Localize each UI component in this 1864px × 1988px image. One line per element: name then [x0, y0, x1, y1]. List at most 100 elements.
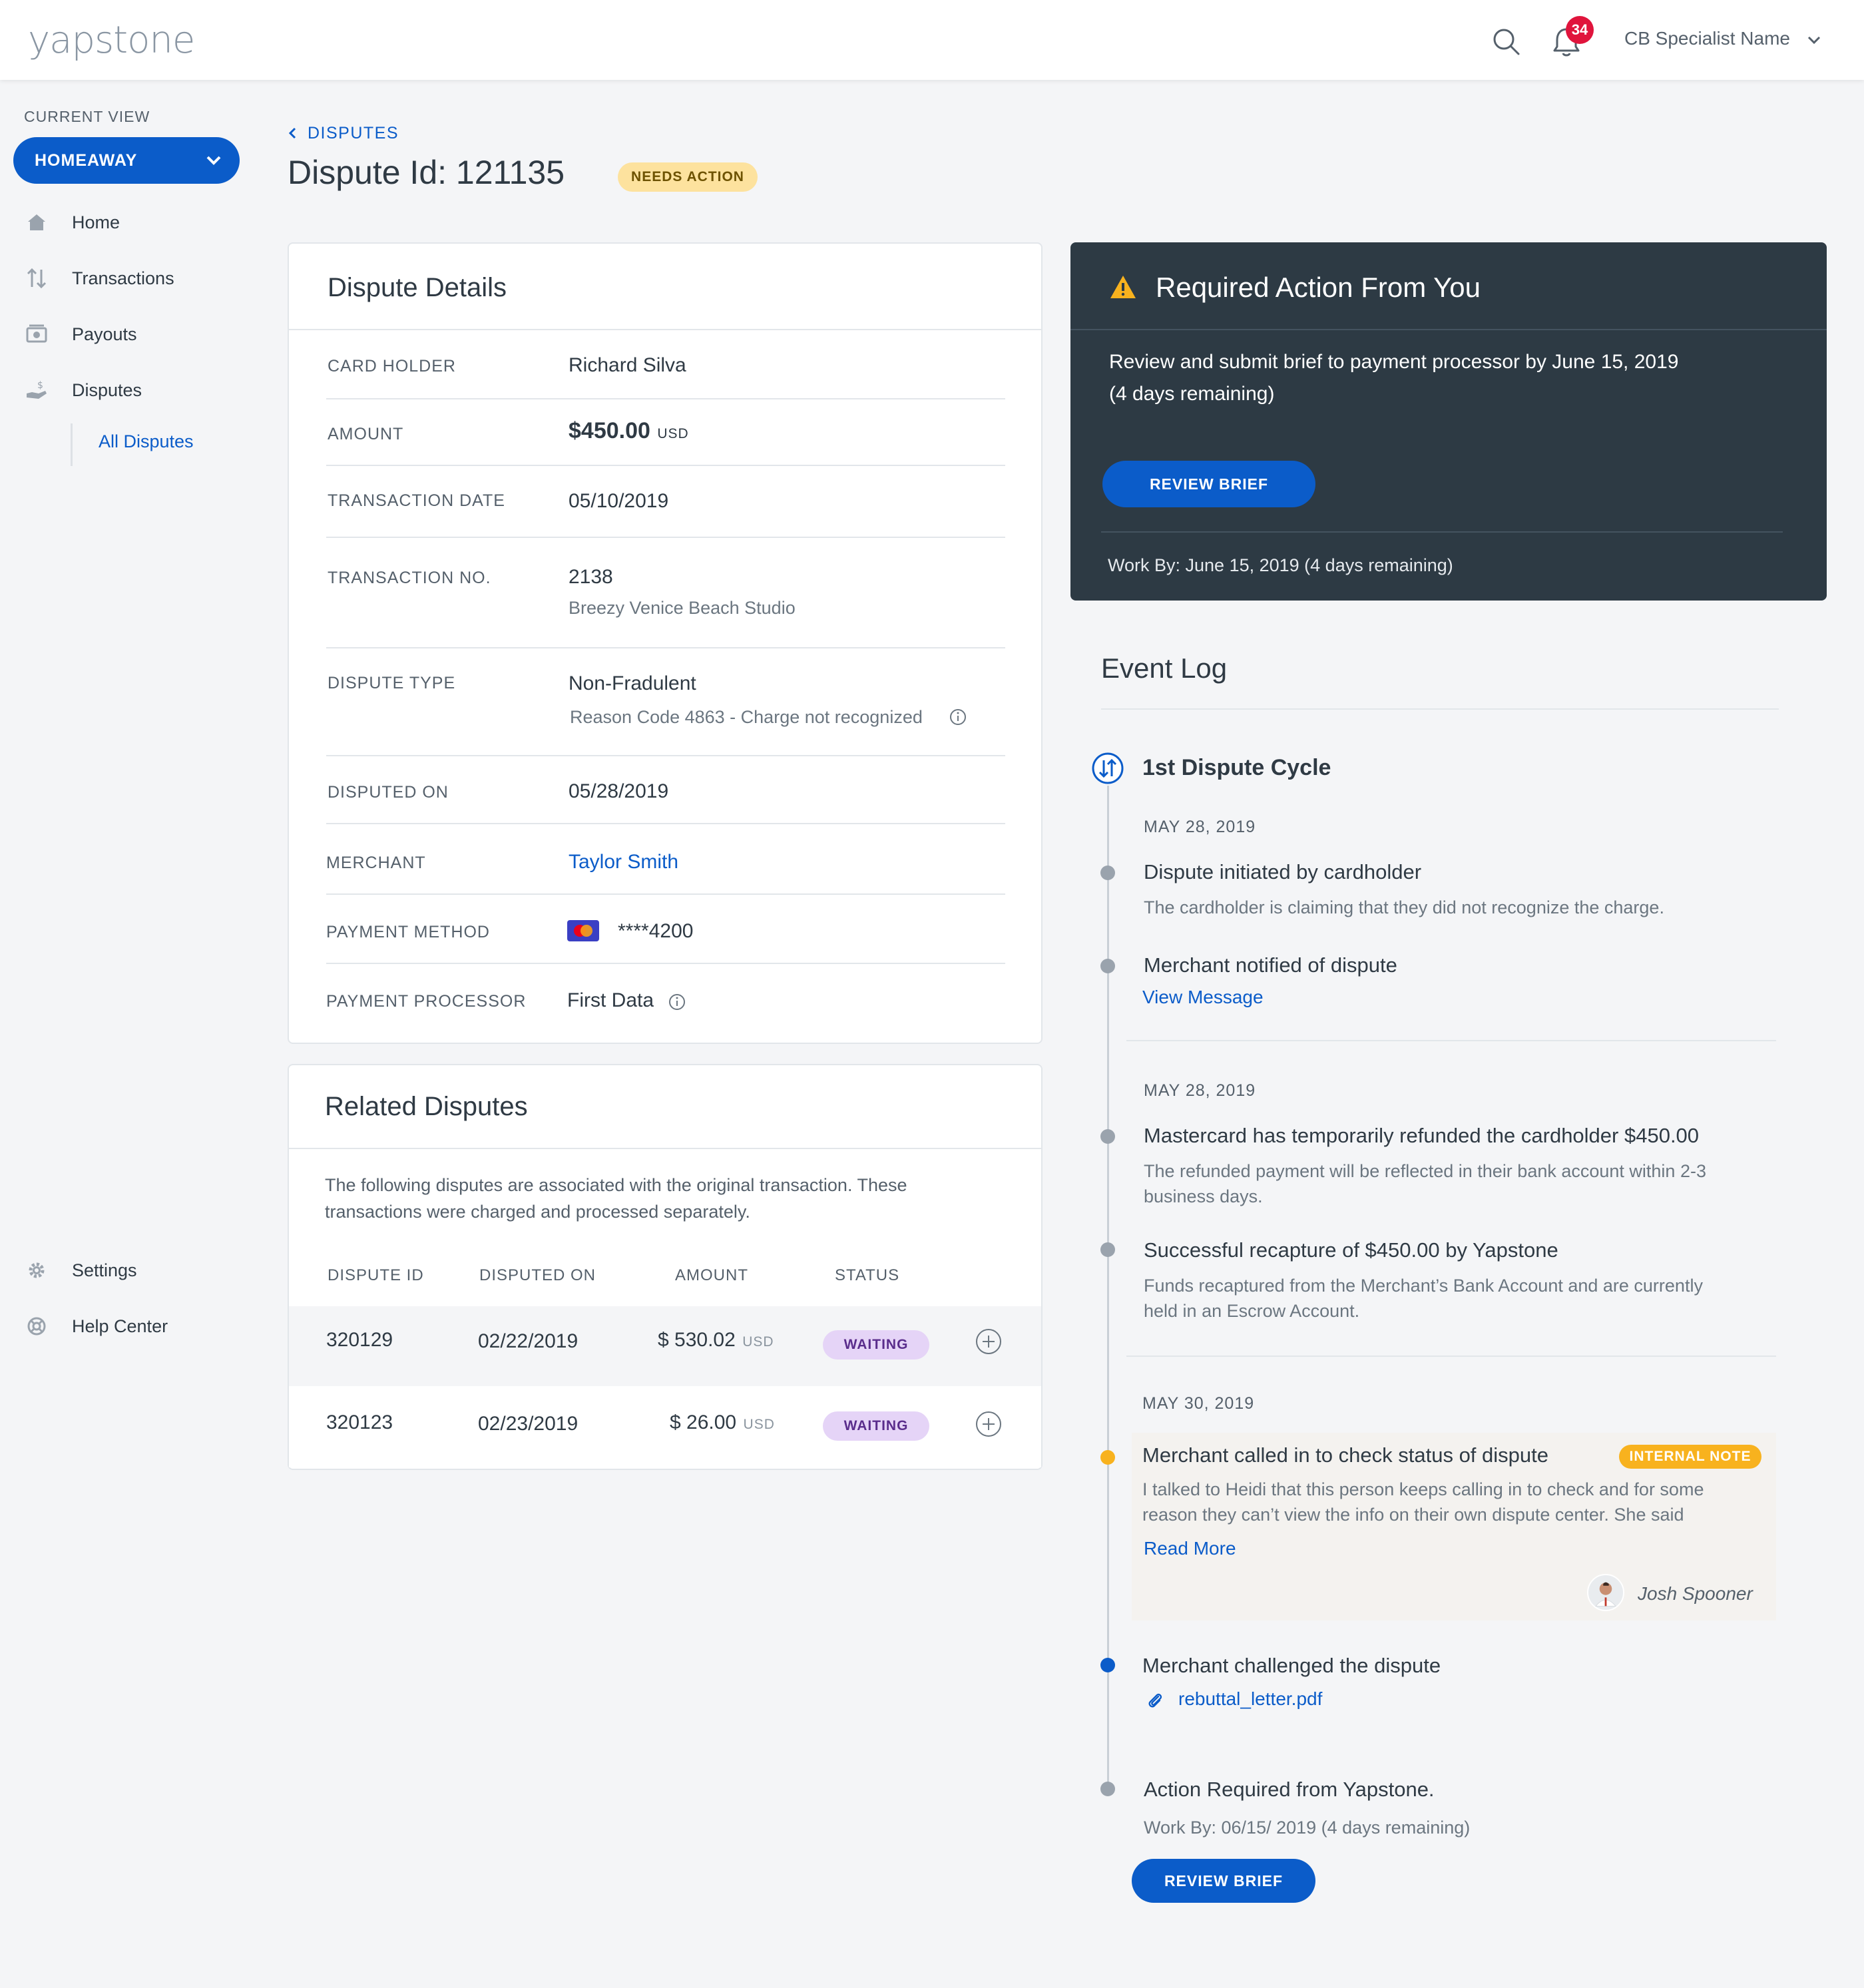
- amount-cell: $ 26.00 USD: [670, 1411, 775, 1434]
- divider: [326, 893, 1005, 895]
- paperclip-icon: [1148, 1693, 1162, 1708]
- hand-dollar-icon: $: [27, 380, 47, 399]
- user-menu[interactable]: CB Specialist Name: [1624, 28, 1790, 49]
- divider: [1126, 1040, 1776, 1041]
- page-title: Dispute Id: 121135: [288, 154, 565, 191]
- home-icon: [28, 214, 45, 230]
- divider: [1070, 329, 1827, 330]
- plus-circle-icon[interactable]: [975, 1328, 1003, 1356]
- chevron-down-icon[interactable]: [205, 154, 222, 166]
- warning-icon: [1110, 276, 1136, 298]
- transaction-date-label: TRANSACTION DATE: [328, 491, 505, 510]
- divider: [288, 1148, 1043, 1149]
- divider: [326, 647, 1005, 648]
- sidebar-item-disputes[interactable]: $ Disputes: [25, 375, 142, 405]
- event-title: Dispute initiated by cardholder: [1144, 860, 1422, 883]
- event-description: The cardholder is claiming that they did…: [1144, 897, 1664, 917]
- status-badge: WAITING: [823, 1330, 929, 1360]
- internal-note-badge: INTERNAL NOTE: [1619, 1445, 1761, 1469]
- arrows-icon: [27, 268, 47, 289]
- related-disputes-title: Related Disputes: [325, 1092, 528, 1121]
- timeline-dot: [1100, 959, 1115, 973]
- divider: [326, 465, 1005, 466]
- amount-cell-currency: USD: [742, 1334, 774, 1350]
- card-holder-value: Richard Silva: [569, 354, 686, 376]
- transaction-no-label: TRANSACTION NO.: [328, 569, 491, 587]
- divider: [326, 755, 1005, 756]
- dispute-cycle-title: 1st Dispute Cycle: [1142, 755, 1331, 780]
- transaction-date-value: 05/10/2019: [569, 490, 669, 512]
- dispute-id-link[interactable]: 320123: [326, 1411, 393, 1434]
- sidebar-item-help-center[interactable]: Help Center: [25, 1312, 168, 1341]
- related-description-line: transactions were charged and processed …: [325, 1202, 750, 1222]
- sidebar-item-payouts[interactable]: Payouts: [25, 320, 137, 349]
- event-description-line: held in an Escrow Account.: [1144, 1301, 1360, 1321]
- column-header-disputed-on: DISPUTED ON: [479, 1266, 596, 1284]
- payment-processor-label: PAYMENT PROCESSOR: [326, 992, 527, 1011]
- sidebar-item-label: Help Center: [72, 1316, 168, 1336]
- disputed-on-cell: 02/22/2019: [478, 1330, 579, 1352]
- disputed-on-cell: 02/23/2019: [478, 1413, 579, 1435]
- status-badge: NEEDS ACTION: [618, 162, 758, 192]
- gear-icon: [29, 1262, 45, 1278]
- amount-currency: USD: [657, 426, 689, 441]
- card-holder-label: CARD HOLDER: [328, 357, 456, 375]
- divider: [288, 329, 1043, 330]
- timeline-line: [1107, 786, 1109, 1790]
- search-icon[interactable]: [1491, 27, 1520, 56]
- amount-label: AMOUNT: [328, 425, 404, 443]
- review-brief-button[interactable]: REVIEW BRIEF: [1102, 461, 1315, 507]
- divider: [1126, 1356, 1776, 1357]
- amount-cell: $ 530.02 USD: [658, 1329, 774, 1352]
- timeline-dot: [1100, 1129, 1115, 1144]
- yapstone-logo[interactable]: yapstone: [28, 19, 195, 62]
- sidebar-item-label: Settings: [72, 1260, 137, 1280]
- sidebar-item-settings[interactable]: Settings: [25, 1256, 137, 1285]
- timeline-dot: [1100, 1242, 1115, 1257]
- chevron-down-icon[interactable]: [1807, 35, 1821, 45]
- sidebar-item-all-disputes[interactable]: All Disputes: [99, 431, 194, 452]
- merchant-link[interactable]: Taylor Smith: [569, 851, 678, 873]
- event-description: Funds recaptured from the Merchant’s Ban…: [1144, 1273, 1703, 1324]
- current-view-label: CURRENT VIEW: [24, 108, 150, 125]
- timeline-dot-note: [1100, 1450, 1115, 1465]
- divider: [1101, 531, 1783, 533]
- cash-icon: [26, 324, 47, 343]
- review-brief-button[interactable]: REVIEW BRIEF: [1132, 1859, 1315, 1903]
- reason-code: Reason Code 4863 - Charge not recognized: [570, 707, 923, 727]
- payment-processor-value: First Data: [567, 989, 654, 1011]
- read-more-link[interactable]: Read More: [1144, 1538, 1236, 1559]
- breadcrumb[interactable]: DISPUTES: [308, 124, 399, 143]
- sidebar-item-label: Home: [72, 212, 120, 232]
- divider: [326, 537, 1005, 538]
- divider: [326, 398, 1005, 399]
- event-description-line: reason they can’t view the info on their…: [1142, 1505, 1684, 1525]
- amount-value: $450.00 USD: [569, 418, 689, 444]
- timeline-dot: [1100, 1782, 1115, 1796]
- column-header-amount: AMOUNT: [675, 1266, 748, 1284]
- plus-circle-icon[interactable]: [975, 1410, 1003, 1438]
- sidebar-item-transactions[interactable]: Transactions: [25, 264, 174, 293]
- attachment-link[interactable]: rebuttal_letter.pdf: [1178, 1688, 1322, 1710]
- related-description: The following disputes are associated wi…: [325, 1172, 907, 1225]
- chevron-left-icon[interactable]: [288, 126, 297, 140]
- notification-badge: 34: [1566, 16, 1594, 44]
- info-icon[interactable]: [949, 708, 967, 726]
- sidebar-item-home[interactable]: Home: [25, 208, 120, 237]
- payment-method-value: ****4200: [618, 920, 694, 942]
- divider: [326, 963, 1005, 964]
- event-description-line: business days.: [1144, 1186, 1263, 1206]
- note-author: Josh Spooner: [1638, 1583, 1753, 1604]
- transaction-property: Breezy Venice Beach Studio: [569, 598, 796, 618]
- lifebuoy-icon: [27, 1317, 46, 1336]
- dispute-type-label: DISPUTE TYPE: [328, 674, 456, 692]
- dispute-id-link[interactable]: 320129: [326, 1329, 393, 1352]
- timeline-dot: [1100, 866, 1115, 880]
- info-icon[interactable]: [668, 993, 686, 1011]
- amount-cell-value: $ 26.00: [670, 1411, 737, 1433]
- event-title: Merchant called in to check status of di…: [1142, 1443, 1548, 1467]
- column-header-dispute-id: DISPUTE ID: [328, 1266, 424, 1284]
- view-message-link[interactable]: View Message: [1142, 987, 1264, 1008]
- related-description-line: The following disputes are associated wi…: [325, 1175, 907, 1195]
- transaction-no-value: 2138: [569, 566, 613, 588]
